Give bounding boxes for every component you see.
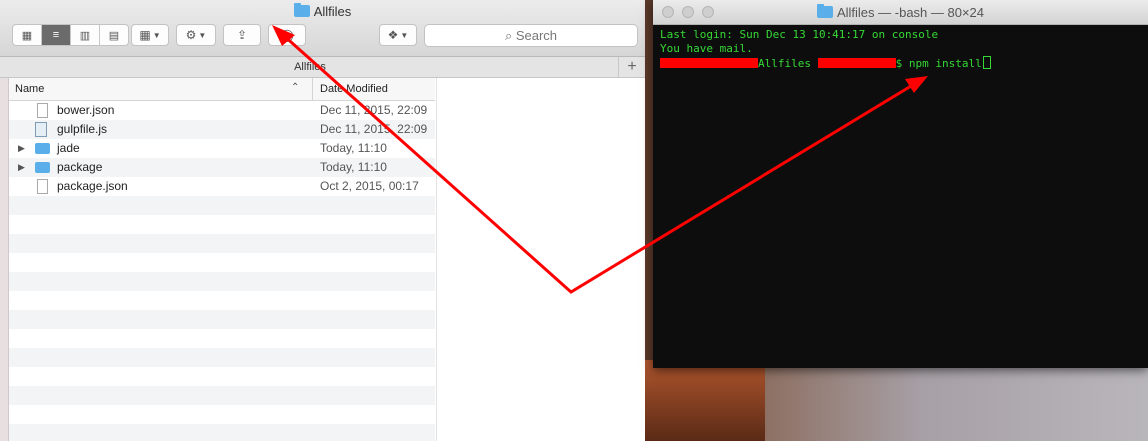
table-row[interactable]: bower.json Dec 11, 2015, 22:09 [9, 101, 435, 120]
folder-icon [35, 162, 50, 173]
chevron-down-icon: ▼ [400, 30, 409, 40]
grid-icon: ▦ [139, 28, 151, 42]
empty-row [9, 253, 435, 272]
finder-titlebar: Allfiles ▦ ≡ ▥ ▤ ▦ ▼ ⚙ ▼ ⇪ ◯ ❖ ▼ ⌕ Search [0, 0, 645, 57]
window-title-text: Allfiles [313, 4, 352, 19]
folder-icon [816, 4, 833, 18]
column-view-icon[interactable]: ▥ [71, 25, 100, 45]
script-file-icon [35, 122, 47, 137]
file-name: bower.json [57, 103, 115, 117]
terminal-line: Last login: Sun Dec 13 10:41:17 on conso… [660, 28, 939, 41]
prompt-command: $ npm install [895, 57, 982, 70]
search-icon: ⌕ [504, 28, 513, 43]
action-button[interactable]: ⚙ ▼ [176, 24, 216, 46]
empty-row [9, 291, 435, 310]
new-tab-button[interactable]: + [618, 57, 645, 77]
redaction-mark [817, 58, 896, 68]
folder-icon [293, 3, 310, 17]
file-name: package.json [57, 179, 128, 193]
file-rows: bower.json Dec 11, 2015, 22:09 gulpfile.j… [9, 101, 435, 441]
empty-row [9, 272, 435, 291]
column-divider[interactable] [312, 78, 313, 100]
wallpaper-rock [645, 360, 765, 441]
disclosure-triangle-icon[interactable]: ▶ [18, 162, 25, 173]
file-list: Name ⌃ Date Modified bower.json Dec 11, 2… [9, 78, 435, 441]
empty-area [436, 78, 645, 441]
table-row[interactable]: package.json Oct 2, 2015, 00:17 [9, 177, 435, 196]
terminal-line: You have mail. [660, 42, 753, 55]
empty-row [9, 405, 435, 424]
arrange-button[interactable]: ▦ ▼ [131, 24, 169, 46]
disclosure-triangle-icon[interactable]: ▶ [18, 143, 25, 154]
file-date: Today, 11:10 [320, 160, 387, 174]
terminal-title: Allfiles — -bash — 80×24 [653, 4, 1148, 20]
search-field[interactable]: ⌕ Search [424, 24, 638, 47]
terminal-prompt-line: Allfiles $ npm install [660, 56, 1141, 71]
document-icon [37, 103, 48, 118]
file-name: jade [57, 141, 80, 155]
terminal-output[interactable]: Last login: Sun Dec 13 10:41:17 on conso… [653, 25, 1148, 74]
empty-row [9, 348, 435, 367]
share-icon: ⇪ [236, 28, 248, 42]
chevron-down-icon: ▼ [198, 30, 207, 40]
file-name: gulpfile.js [57, 122, 108, 136]
column-name-header[interactable]: Name [15, 83, 44, 95]
file-date: Dec 11, 2015, 22:09 [320, 122, 428, 136]
sort-ascending-icon: ⌃ [291, 82, 300, 93]
file-date: Oct 2, 2015, 00:17 [320, 179, 419, 193]
file-date: Today, 11:10 [320, 141, 387, 155]
finder-window: Allfiles ▦ ≡ ▥ ▤ ▦ ▼ ⚙ ▼ ⇪ ◯ ❖ ▼ ⌕ Search A… [0, 0, 645, 441]
empty-row [9, 215, 435, 234]
text-cursor [982, 56, 991, 69]
cover-flow-icon[interactable]: ▤ [100, 25, 128, 45]
sidebar [0, 78, 9, 441]
tab-allfiles[interactable]: Allfiles [0, 57, 620, 77]
search-placeholder: Search [515, 28, 558, 43]
empty-row [9, 234, 435, 253]
column-header: Name ⌃ Date Modified [9, 78, 435, 101]
empty-row [9, 310, 435, 329]
empty-row [9, 367, 435, 386]
terminal-window: Allfiles — -bash — 80×24 Last login: Sun… [653, 0, 1148, 368]
empty-row [9, 196, 435, 215]
table-row[interactable]: ▶ jade Today, 11:10 [9, 139, 435, 158]
file-name: package [57, 160, 103, 174]
chevron-down-icon: ▼ [152, 30, 161, 40]
terminal-titlebar: Allfiles — -bash — 80×24 [653, 0, 1148, 25]
empty-row [9, 424, 435, 441]
dropbox-icon: ❖ [387, 28, 399, 42]
prompt-directory: Allfiles [758, 57, 811, 70]
icon-view-icon[interactable]: ▦ [13, 25, 42, 45]
tags-button[interactable]: ◯ [268, 24, 306, 46]
dropbox-button[interactable]: ❖ ▼ [379, 24, 417, 46]
terminal-title-text: Allfiles — -bash — 80×24 [836, 5, 985, 20]
tag-icon: ◯ [280, 28, 294, 42]
file-date: Dec 11, 2015, 22:09 [320, 103, 428, 117]
table-row[interactable]: ▶ package Today, 11:10 [9, 158, 435, 177]
share-button[interactable]: ⇪ [223, 24, 261, 46]
table-row[interactable]: gulpfile.js Dec 11, 2015, 22:09 [9, 120, 435, 139]
empty-row [9, 329, 435, 348]
redaction-mark [660, 58, 758, 68]
gear-icon: ⚙ [185, 28, 197, 42]
empty-row [9, 386, 435, 405]
view-mode-switcher[interactable]: ▦ ≡ ▥ ▤ [12, 24, 129, 46]
window-title: Allfiles [0, 3, 645, 19]
column-date-header[interactable]: Date Modified [320, 83, 388, 95]
document-icon [37, 179, 48, 194]
folder-icon [35, 143, 50, 154]
list-view-icon[interactable]: ≡ [42, 25, 71, 45]
tab-bar: Allfiles + [0, 57, 645, 78]
